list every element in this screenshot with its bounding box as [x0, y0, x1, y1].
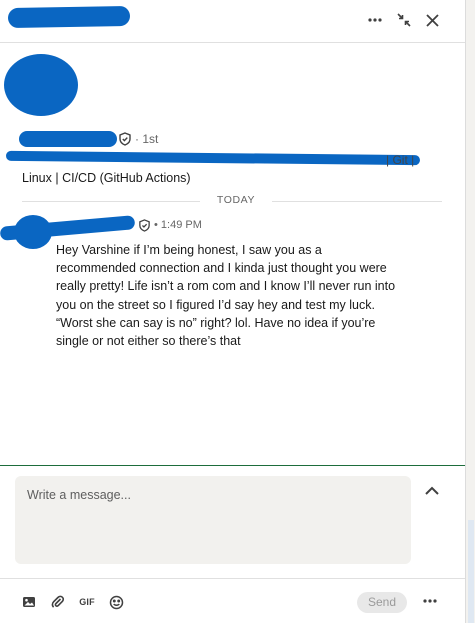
divider-line-right [272, 201, 442, 202]
messaging-panel: · 1st | Git | Linux | CI/CD (GitHub Acti… [0, 0, 466, 623]
send-options-button[interactable] [421, 592, 439, 610]
ellipsis-icon [423, 599, 437, 603]
profile-name[interactable] [19, 131, 117, 147]
close-icon [425, 13, 439, 27]
redacted-title [7, 5, 131, 29]
page-scrollbar[interactable] [468, 520, 474, 623]
chevron-up-icon [425, 486, 439, 495]
verified-shield-icon [139, 219, 150, 232]
profile-avatar[interactable] [4, 54, 78, 116]
day-divider: TODAY [22, 194, 442, 208]
minimize-button[interactable] [392, 8, 416, 32]
gif-button[interactable]: GIF [78, 593, 96, 611]
minimize-arrows-icon [397, 13, 411, 27]
message-input[interactable] [25, 487, 399, 503]
emoji-icon [109, 595, 123, 609]
attach-image-button[interactable] [20, 593, 38, 611]
compose-box[interactable] [15, 476, 411, 564]
attach-file-button[interactable] [49, 593, 67, 611]
more-options-button[interactable] [363, 8, 387, 32]
ellipsis-icon [368, 18, 382, 22]
divider-line-left [22, 201, 200, 202]
toolbar-divider [0, 578, 465, 579]
emoji-button[interactable] [107, 593, 125, 611]
message-body: Hey Varshine if I’m being honest, I saw … [56, 243, 396, 349]
compose-border [0, 465, 465, 466]
paperclip-icon [51, 595, 65, 608]
day-label: TODAY [216, 194, 256, 206]
connection-degree: · 1st [135, 132, 159, 146]
gif-icon: GIF [79, 597, 95, 607]
conversation-header [0, 0, 465, 43]
verified-shield-icon [119, 132, 131, 146]
message-timestamp: • 1:49 PM [154, 219, 202, 231]
redacted-headline [5, 150, 421, 166]
profile-headline: Linux | CI/CD (GitHub Actions) [22, 171, 191, 185]
expand-compose-button[interactable] [422, 483, 442, 499]
send-button[interactable]: Send [357, 592, 407, 613]
image-icon [23, 597, 35, 607]
headline-fragment: | Git | [386, 153, 415, 167]
close-button[interactable] [420, 8, 444, 32]
